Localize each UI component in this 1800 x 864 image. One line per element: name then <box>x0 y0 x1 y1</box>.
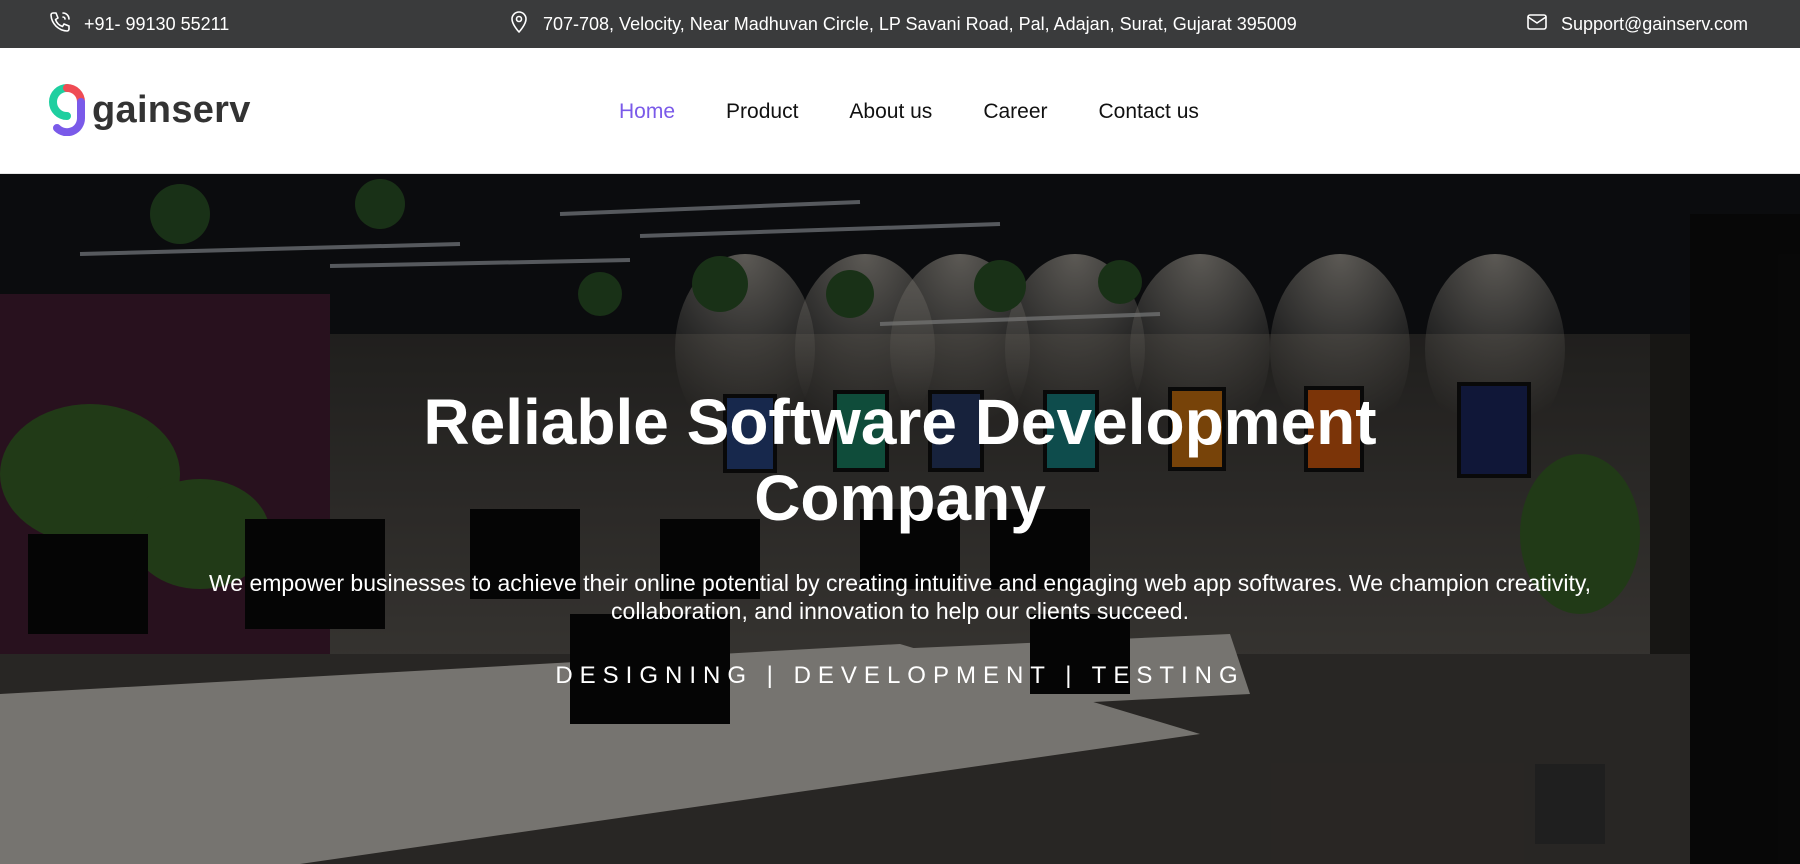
hero-description: We empower businesses to achieve their o… <box>208 570 1592 624</box>
hero-section: Reliable Software Development Company We… <box>0 174 1800 864</box>
main-nav: Home Product About us Career Contact us <box>619 100 1199 124</box>
address-contact: 707-708, Velocity, Near Madhuvan Circle,… <box>507 0 1297 48</box>
phone-contact[interactable]: +91- 99130 55211 <box>48 0 229 48</box>
nav-home[interactable]: Home <box>619 100 675 124</box>
nav-about-us[interactable]: About us <box>849 100 932 124</box>
brand-name: gainserv <box>92 88 251 131</box>
site-header: gainserv Home Product About us Career Co… <box>0 48 1800 174</box>
hero-tagline: DESIGNING | DEVELOPMENT | TESTING <box>555 662 1245 689</box>
address-text: 707-708, Velocity, Near Madhuvan Circle,… <box>543 13 1297 34</box>
phone-icon <box>48 10 72 39</box>
hero-title-line2: Company <box>754 462 1046 534</box>
hero-content: Reliable Software Development Company We… <box>0 174 1800 864</box>
nav-contact-us[interactable]: Contact us <box>1099 100 1199 124</box>
nav-career[interactable]: Career <box>983 100 1047 124</box>
logo-mark-icon <box>48 84 86 136</box>
email-contact[interactable]: Support@gainserv.com <box>1525 0 1748 48</box>
phone-number[interactable]: +91- 99130 55211 <box>84 14 229 35</box>
hero-title: Reliable Software Development Company <box>400 384 1400 536</box>
brand-logo[interactable]: gainserv <box>48 84 251 136</box>
nav-product[interactable]: Product <box>726 100 798 124</box>
email-address[interactable]: Support@gainserv.com <box>1561 14 1748 35</box>
top-info-bar: +91- 99130 55211 707-708, Velocity, Near… <box>0 0 1800 48</box>
hero-title-line1: Reliable Software Development <box>423 386 1377 458</box>
location-pin-icon <box>507 10 531 39</box>
mail-icon <box>1525 10 1549 39</box>
